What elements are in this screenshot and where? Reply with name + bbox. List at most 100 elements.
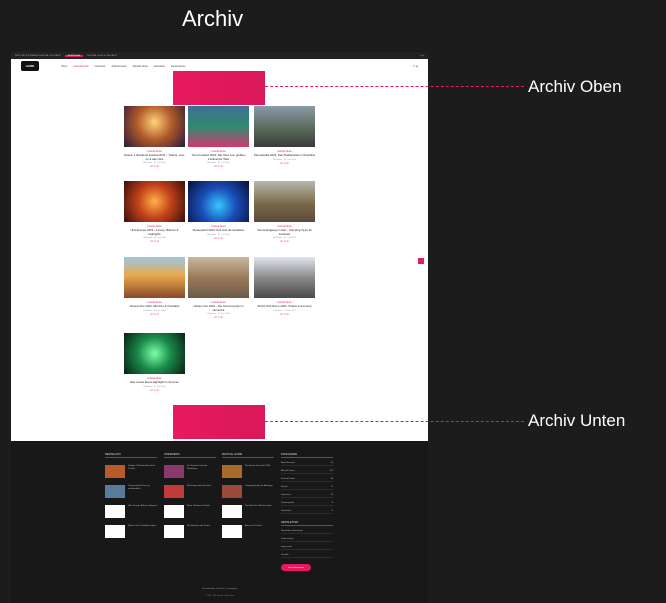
category-row[interactable]: Interviews 21 bbox=[281, 494, 333, 498]
footer-post[interactable]: Camping-Guide für Anfänger bbox=[222, 485, 274, 498]
topbar-item[interactable]: RESTORE: HYPERBEATZ FESTIVAL 2024 DATES bbox=[15, 55, 61, 57]
article-title[interactable]: Sonnenaufgang im Zelt – Camping-Tipps fü… bbox=[254, 228, 315, 236]
article-image[interactable] bbox=[124, 106, 185, 147]
article-card[interactable]: Festival News Das neuste Event-Highlight… bbox=[124, 333, 185, 392]
article-card[interactable]: Festival News Ultra Europe 2024 – Lineup… bbox=[124, 181, 185, 243]
footer-post[interactable]: Defqon.1 Weekend Festival Tickets bbox=[105, 465, 157, 478]
article-card[interactable]: Festival News Tomorrowland 2024: Alle In… bbox=[188, 106, 249, 168]
article-image[interactable] bbox=[254, 106, 315, 147]
article-card[interactable]: Festival News Nature One 2024 – Die Somm… bbox=[188, 257, 249, 319]
footer-post[interactable]: Anreise & Tickets bbox=[222, 525, 274, 538]
post-thumbnail[interactable] bbox=[222, 485, 242, 498]
category-row[interactable]: Artist Reviews 24 bbox=[281, 462, 333, 466]
post-thumbnail[interactable] bbox=[164, 465, 184, 478]
footer-link[interactable]: Impressum bbox=[281, 546, 333, 550]
newsletter-button[interactable]: Jetzt abonnieren bbox=[281, 564, 311, 571]
category-row[interactable]: Events 17 bbox=[281, 486, 333, 490]
category-name[interactable]: Events bbox=[281, 486, 288, 488]
share-icons[interactable]: ♥ f ✈ ✉ bbox=[188, 165, 249, 168]
category-name[interactable]: Artist Reviews bbox=[281, 462, 295, 464]
footer-post[interactable]: Die besten Festivals 2024 bbox=[222, 465, 274, 478]
article-title[interactable]: Airbeat One 2024: Alle Acts & Timetable bbox=[124, 304, 185, 309]
post-title[interactable]: Die Stimmen der Szene bbox=[187, 525, 210, 528]
article-image[interactable] bbox=[188, 106, 249, 147]
post-title[interactable]: Anreise & Tickets bbox=[245, 525, 262, 528]
share-icons[interactable]: ♥ f ✈ ✉ bbox=[124, 389, 185, 392]
share-icons[interactable]: ♥ f ✈ ✉ bbox=[124, 313, 185, 316]
footer-post[interactable]: Packliste fürs Wochenende bbox=[222, 505, 274, 518]
article-title[interactable]: Mysteryland 2024: Das sind die Headliner bbox=[188, 228, 249, 233]
post-title[interactable]: Tomorrowland Line-up veröffentlicht bbox=[128, 485, 157, 491]
post-thumbnail[interactable] bbox=[222, 525, 242, 538]
nav-item-gewinnspiele[interactable]: Gewinnspiele bbox=[171, 65, 185, 68]
footer-link[interactable]: Datenschutz bbox=[281, 538, 333, 542]
post-thumbnail[interactable] bbox=[164, 525, 184, 538]
footer-link[interactable]: Newsletter abonnieren bbox=[281, 530, 333, 534]
category-row[interactable]: Newsletter 6 bbox=[281, 510, 333, 514]
article-card[interactable]: Festival News Sonnenaufgang im Zelt – Ca… bbox=[254, 181, 315, 243]
post-thumbnail[interactable] bbox=[164, 505, 184, 518]
category-name[interactable]: Interviews bbox=[281, 494, 291, 496]
article-image[interactable] bbox=[124, 333, 185, 374]
post-title[interactable]: Packliste fürs Wochenende bbox=[245, 505, 271, 508]
ad-slot-top[interactable] bbox=[173, 71, 265, 105]
ad-slot-bottom[interactable] bbox=[173, 405, 265, 439]
post-thumbnail[interactable] bbox=[222, 505, 242, 518]
article-title[interactable]: Tomorrowland 2024: Alle Infos zum größte… bbox=[188, 153, 249, 161]
category-name[interactable]: Newsletter bbox=[281, 510, 291, 512]
category-row[interactable]: Festival Guide 38 bbox=[281, 478, 333, 482]
article-image[interactable] bbox=[254, 181, 315, 222]
share-icons[interactable]: ♥ f ✈ ✉ bbox=[254, 162, 315, 165]
article-card[interactable]: Festival News Mysteryland 2024: Das sind… bbox=[188, 181, 249, 240]
post-title[interactable]: Die besten Festivals 2024 bbox=[245, 465, 270, 468]
category-name[interactable]: Aktuelle News bbox=[281, 470, 295, 472]
site-logo[interactable]: HARD bbox=[21, 61, 39, 71]
article-image[interactable] bbox=[188, 257, 249, 298]
category-name[interactable]: Festival Guide bbox=[281, 478, 295, 480]
share-icons[interactable]: ♥ f ✈ ✉ bbox=[124, 240, 185, 243]
article-title[interactable]: Parookaville 2024: Das Stadtfestival im … bbox=[254, 153, 315, 158]
article-card[interactable]: Festival News World Club Dome 2024: Tick… bbox=[254, 257, 315, 316]
article-image[interactable] bbox=[188, 181, 249, 222]
social-icons[interactable]: f t ig bbox=[420, 55, 424, 57]
article-title[interactable]: Das neuste Event-Highlight im Sommer bbox=[124, 380, 185, 385]
nav-item-interviews[interactable]: Interviews bbox=[95, 65, 106, 68]
post-title[interactable]: Neue Talente im Porträt bbox=[187, 505, 210, 508]
footer-social-links[interactable]: f Facebook ▶ YouTube ◎ Instagram bbox=[11, 587, 428, 590]
nav-item-festival-guide[interactable]: Festival Guide bbox=[73, 65, 88, 68]
article-image[interactable] bbox=[124, 257, 185, 298]
nav-item-artist-reviews[interactable]: Artist Reviews bbox=[111, 65, 126, 68]
category-name[interactable]: Gewinnspiele bbox=[281, 502, 294, 504]
footer-post[interactable]: Nature One Timetable online bbox=[105, 525, 157, 538]
footer-post[interactable]: Backstage beim Festival bbox=[164, 485, 216, 498]
post-thumbnail[interactable] bbox=[105, 505, 125, 518]
share-icons[interactable]: ♥ f ✈ ✉ bbox=[188, 316, 249, 319]
article-title[interactable]: World Club Dome 2024: Tickets und Lineup bbox=[254, 304, 315, 309]
footer-post[interactable]: Neue Talente im Porträt bbox=[164, 505, 216, 518]
post-title[interactable]: Ultra Europe Bühnen bekannt bbox=[128, 505, 157, 508]
share-icons[interactable]: ♥ f ✈ ✉ bbox=[124, 165, 185, 168]
post-thumbnail[interactable] bbox=[105, 485, 125, 498]
topbar-item[interactable]: FESTIVAL GUIDE & PRE-PARTY bbox=[87, 55, 117, 57]
share-icons[interactable]: ♥ f ✈ ✉ bbox=[254, 313, 315, 316]
post-title[interactable]: Nature One Timetable online bbox=[128, 525, 156, 528]
share-icons[interactable]: ♥ f ✈ ✉ bbox=[254, 240, 315, 243]
article-card[interactable]: Festival News Defqon.1 Weekend Festival … bbox=[124, 106, 185, 168]
post-title[interactable]: Im Gespräch mit den Headlinern bbox=[187, 465, 216, 471]
post-thumbnail[interactable] bbox=[164, 485, 184, 498]
footer-post[interactable]: Tomorrowland Line-up veröffentlicht bbox=[105, 485, 157, 498]
nav-social-icons[interactable]: f t ig bbox=[413, 65, 418, 68]
nav-item-home[interactable]: Home bbox=[61, 65, 67, 68]
article-card[interactable]: Festival News Airbeat One 2024: Alle Act… bbox=[124, 257, 185, 316]
article-image[interactable] bbox=[254, 257, 315, 298]
category-row[interactable]: Aktuelle News 152 bbox=[281, 470, 333, 474]
post-thumbnail[interactable] bbox=[105, 465, 125, 478]
share-icons[interactable]: ♥ f ✈ ✉ bbox=[188, 237, 249, 240]
footer-link[interactable]: Kontakt bbox=[281, 554, 333, 558]
footer-post[interactable]: Im Gespräch mit den Headlinern bbox=[164, 465, 216, 478]
category-row[interactable]: Gewinnspiele 9 bbox=[281, 502, 333, 506]
footer-post[interactable]: Die Stimmen der Szene bbox=[164, 525, 216, 538]
article-card[interactable]: Festival News Parookaville 2024: Das Sta… bbox=[254, 106, 315, 165]
footer-post[interactable]: Ultra Europe Bühnen bekannt bbox=[105, 505, 157, 518]
post-title[interactable]: Camping-Guide für Anfänger bbox=[245, 485, 273, 488]
